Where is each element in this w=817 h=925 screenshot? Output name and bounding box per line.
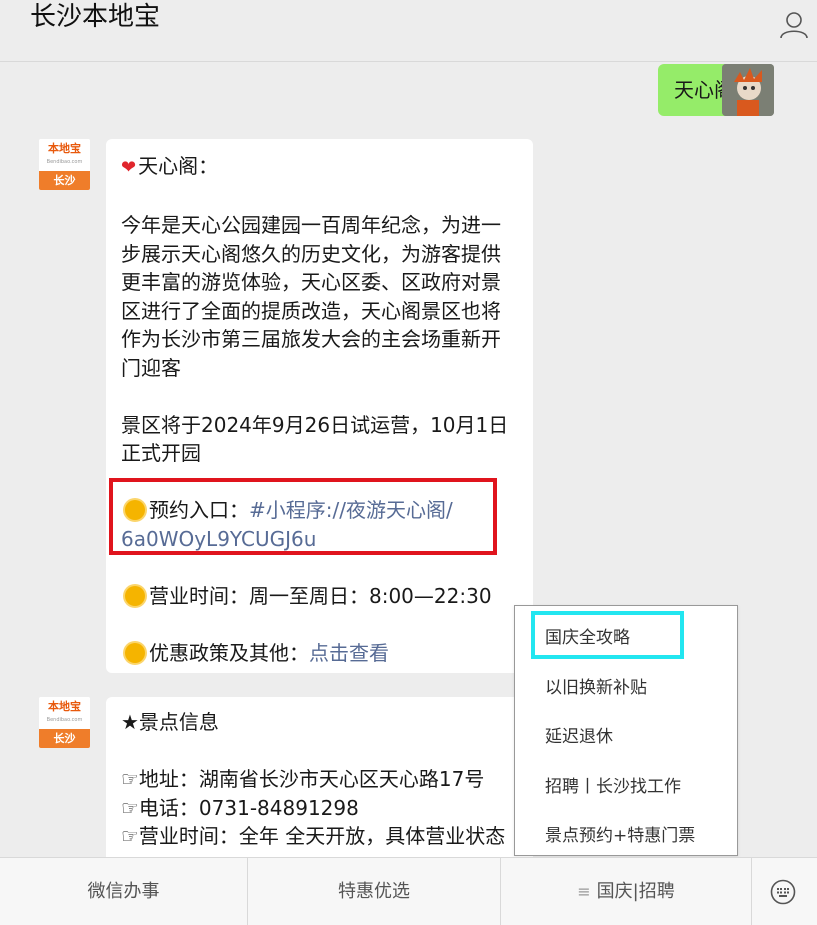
avatar-city: 长沙 (39, 729, 90, 748)
policy-label: 优惠政策及其他： (149, 640, 309, 665)
keyboard-icon[interactable] (770, 879, 796, 905)
chat-header: 长沙本地宝 (0, 0, 817, 62)
paragraph-line: 正式开园 (121, 441, 201, 465)
tab-label: 国庆|招聘 (596, 881, 675, 902)
submenu-popup: 国庆全攻略 以旧换新补贴 延迟退休 招聘丨长沙找工作 景点预约+特惠门票 (514, 605, 738, 856)
avatar-brand: 本地宝 (39, 697, 90, 729)
message-title-line: ❤ 天心阁： (121, 152, 533, 183)
tab-deals[interactable]: 特惠优选 (248, 858, 500, 925)
message-bubble[interactable]: ★景点信息 ☞地址：湖南省长沙市天心区天心路17号 ☞电话：0731-84891… (106, 697, 533, 857)
avatar-url: Bendibao.com (46, 717, 83, 723)
reserve-highlight-box (109, 478, 497, 555)
bottom-menu-bar: 微信办事 特惠优选 ≡ 国庆|招聘 (0, 857, 817, 925)
paragraph-line: 更丰富的游览体验，天心区委、区政府对景 (121, 270, 501, 294)
menu-item-guide[interactable]: 国庆全攻略 (545, 623, 630, 648)
policy-link[interactable]: 点击查看 (309, 641, 389, 665)
message-title: 天心阁： (138, 154, 219, 178)
address-line: ☞地址：湖南省长沙市天心区天心路17号 (121, 767, 485, 791)
tab-national-day-jobs[interactable]: ≡ 国庆|招聘 (501, 858, 751, 925)
official-account-avatar[interactable]: 本地宝 Bendibao.com 长沙 (39, 139, 90, 190)
paragraph-line: 区进行了全面的提质改造，天心阁景区也将 (121, 298, 501, 323)
menu-item-jobs[interactable]: 招聘丨长沙找工作 (545, 772, 681, 797)
user-avatar[interactable] (722, 64, 774, 116)
menu-item-tickets[interactable]: 景点预约+特惠门票 (545, 821, 695, 846)
menu-item-retirement[interactable]: 延迟退休 (545, 722, 613, 747)
message-title: ★景点信息 (121, 710, 219, 734)
sun-icon (125, 585, 145, 606)
paragraph-line: 步展示天心阁悠久的历史文化，为游客提供 (121, 241, 501, 266)
paragraph-line: 作为长沙市第三届旅发大会的主会场重新开 (121, 327, 501, 351)
paragraph-line: 今年是天心公园建园一百周年纪念，为进一 (121, 213, 501, 237)
sun-icon (125, 642, 145, 663)
heart-icon: ❤ (121, 157, 137, 178)
paragraph-line: 景区将于2024年9月26日试运营，10月1日 (121, 412, 509, 437)
hours-line: 营业时间：周一至周日：8:00—22:30 (121, 582, 533, 611)
tab-wechat-service[interactable]: 微信办事 (0, 858, 247, 925)
phone-line: ☞电话：0731-84891298 (121, 795, 359, 820)
avatar-brand: 本地宝 (39, 139, 90, 171)
hours-line: ☞营业时间：全年 全天开放，具体营业状态 (121, 824, 506, 848)
divider (751, 858, 752, 925)
person-icon[interactable] (779, 10, 809, 40)
avatar-city: 长沙 (39, 171, 90, 190)
hamburger-icon: ≡ (577, 882, 591, 901)
avatar-url: Bendibao.com (46, 159, 83, 165)
chat-title: 长沙本地宝 (30, 2, 161, 32)
official-account-avatar[interactable]: 本地宝 Bendibao.com 长沙 (39, 697, 90, 748)
policy-line: 优惠政策及其他：点击查看 (121, 639, 533, 668)
paragraph-line: 门迎客 (121, 355, 181, 380)
message-bubble[interactable]: ❤ 天心阁： 今年是天心公园建园一百周年纪念，为进一 步展示天心阁悠久的历史文化，… (106, 139, 533, 673)
menu-item-subsidy[interactable]: 以旧换新补贴 (545, 673, 647, 698)
hours-text: 营业时间：周一至周日：8:00—22:30 (149, 583, 492, 608)
